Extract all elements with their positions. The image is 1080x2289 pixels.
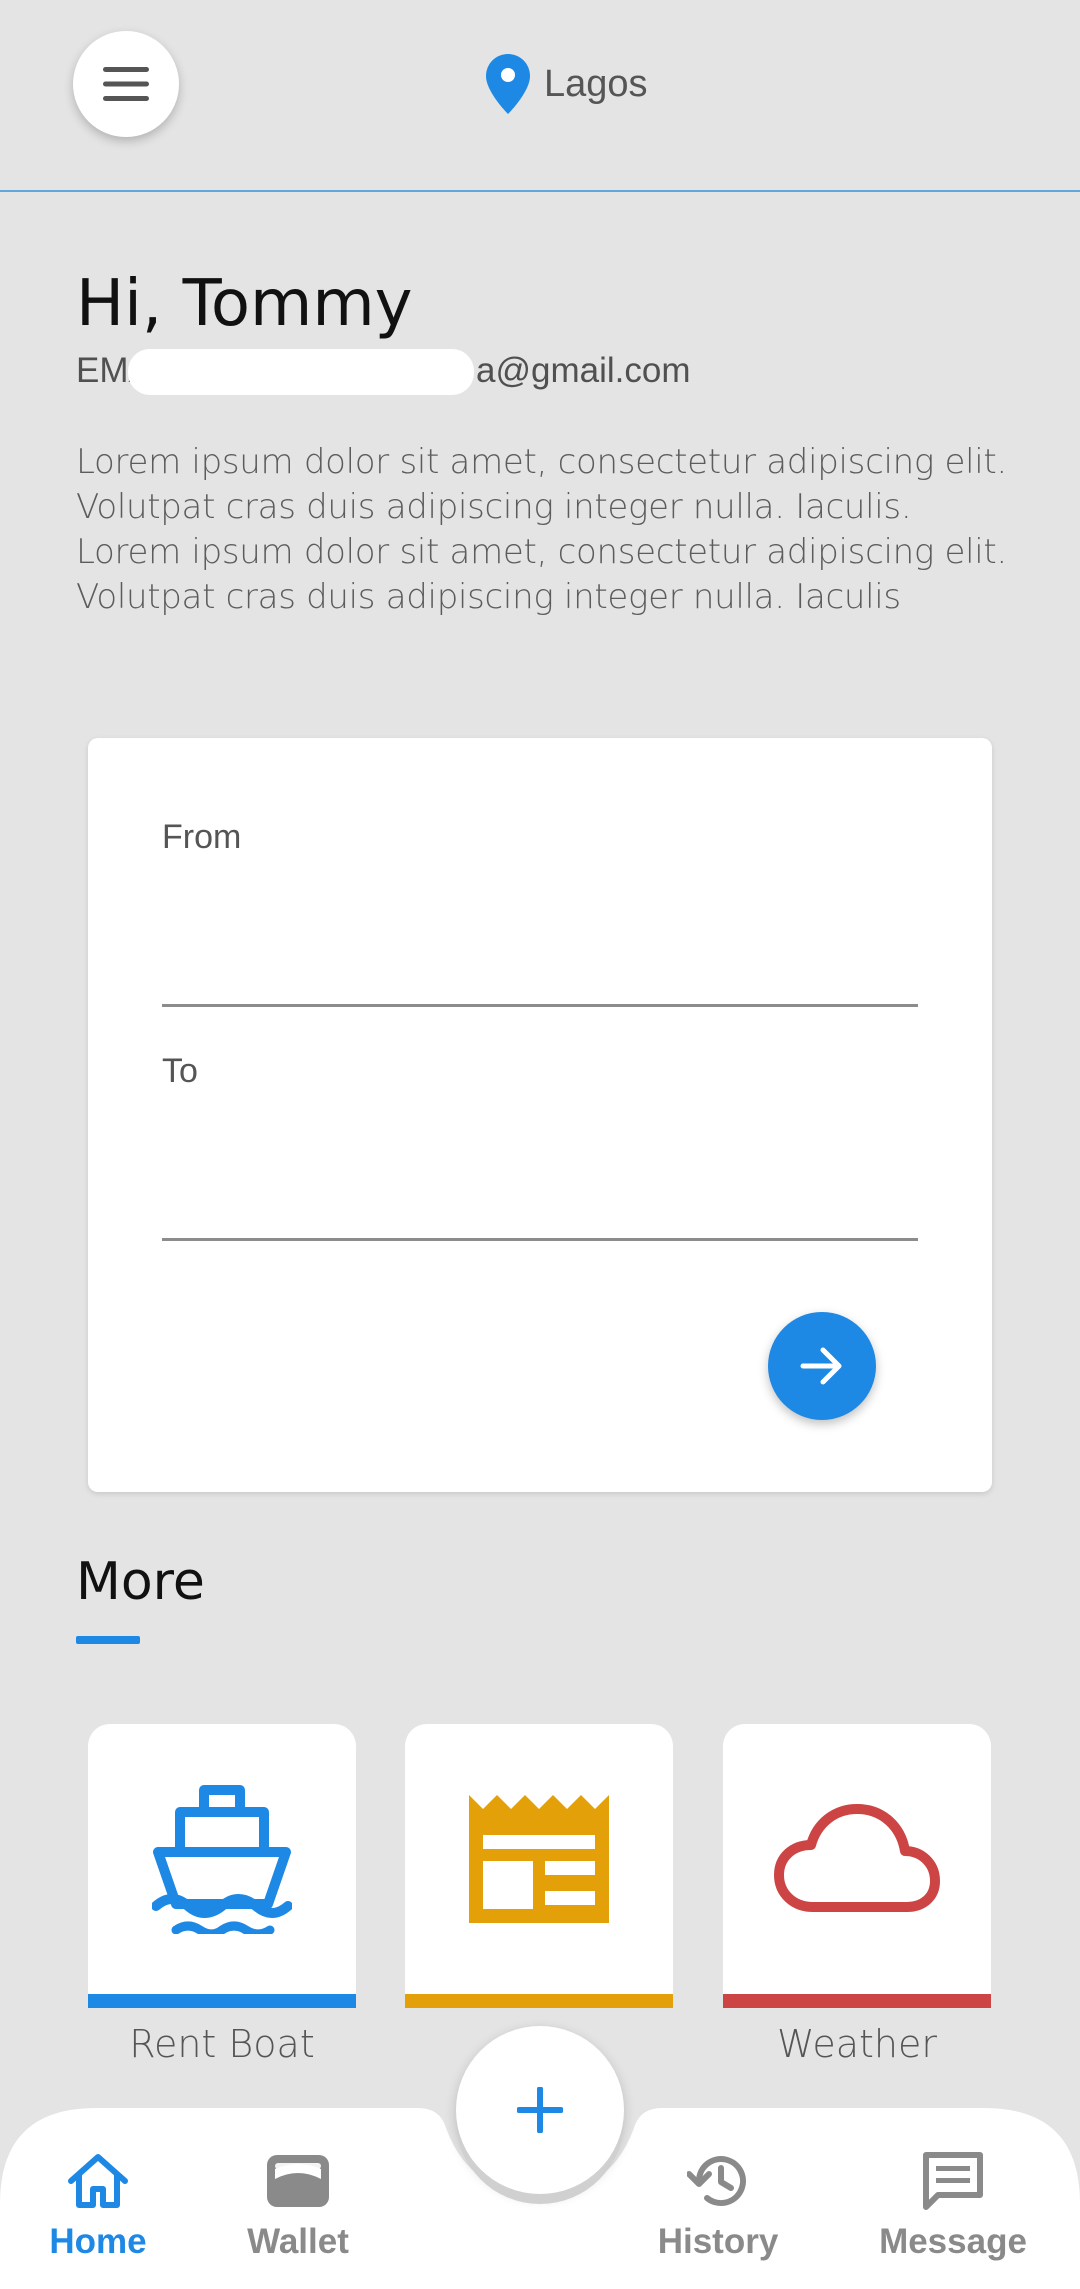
- nav-label-home: Home: [49, 2222, 147, 2261]
- to-input[interactable]: [162, 1148, 918, 1241]
- cloud-icon: [774, 1804, 940, 1912]
- newspaper-icon: [469, 1795, 609, 1923]
- tile-rent-boat[interactable]: [88, 1724, 356, 2008]
- location-pin-icon: [486, 54, 530, 114]
- tile-accent-bar: [88, 1994, 356, 2008]
- profile-description: Lorem ipsum dolor sit amet, consectetur …: [76, 442, 1007, 617]
- submit-route-button[interactable]: [768, 1312, 876, 1420]
- tile-label-rent-boat: Rent Boat: [129, 2022, 315, 2066]
- wallet-icon: [267, 2155, 329, 2207]
- email-suffix: a@gmail.com: [476, 351, 691, 390]
- location-selector[interactable]: Lagos: [486, 52, 648, 116]
- tile-news[interactable]: [405, 1724, 673, 2008]
- nav-home[interactable]: Home: [0, 2148, 198, 2262]
- arrow-right-icon: [800, 1347, 842, 1385]
- nav-label-history: History: [657, 2222, 779, 2261]
- to-label: To: [162, 1052, 198, 1090]
- history-icon: [687, 2156, 746, 2207]
- tile-accent-bar: [405, 1994, 673, 2008]
- tile-weather[interactable]: [723, 1724, 991, 2008]
- greeting-title: Hi, Tommy: [76, 267, 413, 341]
- more-section-title: More: [76, 1552, 205, 1612]
- tile-label-weather: Weather: [777, 2022, 937, 2066]
- more-title-underline: [76, 1636, 140, 1644]
- home-icon: [68, 2154, 128, 2208]
- tile-accent-bar: [723, 1994, 991, 2008]
- email-redaction: [128, 349, 474, 395]
- menu-button[interactable]: [73, 31, 179, 137]
- add-button[interactable]: [456, 2026, 624, 2194]
- nav-message[interactable]: Message: [853, 2148, 1053, 2262]
- plus-icon: [517, 2087, 563, 2133]
- nav-history[interactable]: History: [618, 2148, 818, 2262]
- nav-label-wallet: Wallet: [247, 2222, 349, 2261]
- from-label: From: [162, 818, 242, 856]
- from-input[interactable]: [162, 914, 918, 1007]
- message-icon: [923, 2152, 983, 2210]
- header-divider: [0, 190, 1080, 192]
- route-card: From To: [88, 738, 992, 1492]
- hamburger-icon: [103, 67, 149, 101]
- location-city: Lagos: [544, 62, 648, 105]
- ship-icon: [152, 1785, 292, 1934]
- nav-label-message: Message: [879, 2222, 1027, 2261]
- nav-wallet[interactable]: Wallet: [198, 2148, 398, 2262]
